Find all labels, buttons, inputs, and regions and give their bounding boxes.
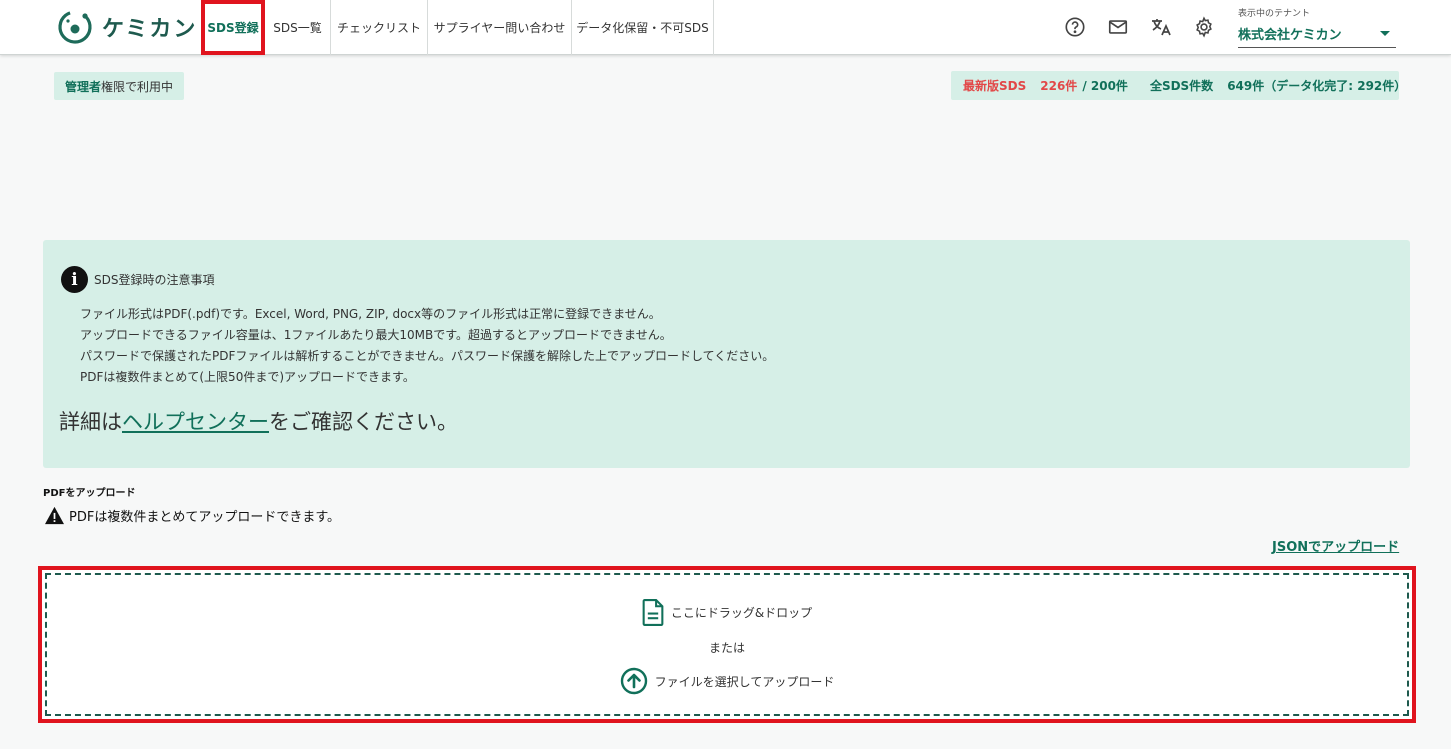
notice-title: SDS登録時の注意事項 [94,273,215,287]
tenant-dropdown[interactable]: 株式会社ケミカン [1238,20,1396,48]
caret-down-icon [1380,31,1390,36]
select-file-button[interactable]: ファイルを選択してアップロード [47,667,1407,695]
latest-sds-label: 最新版SDS [963,79,1027,93]
notice-list: ファイル形式はPDF(.pdf)です。Excel, Word, PNG, ZIP… [80,304,774,388]
admin-role-suffix: 権限で利用中 [101,79,174,94]
header-icon-group [1060,12,1218,41]
or-separator: または [708,641,745,655]
notice-line: アップロードできるファイル容量は、1ファイルあたり最大10MBです。超過するとア… [80,328,672,342]
logo-text: ケミカン [102,17,198,42]
total-sds-value: 649件（データ化完了: 292件） [1227,79,1407,93]
help-center-link[interactable]: ヘルプセンター [122,410,269,434]
tab-sds-list[interactable]: SDS一覧 [265,0,331,55]
drag-drop-hint: ここにドラッグ&ドロップ [47,599,1407,626]
select-file-text: ファイルを選択してアップロード [654,674,835,689]
settings-icon[interactable] [1189,12,1218,41]
help-icon[interactable] [1060,12,1089,41]
tab-supplier-inquiry[interactable]: サプライヤー問い合わせ [428,0,572,55]
sds-count-badge: 最新版SDS 226件 / 200件 全SDS件数 649件（データ化完了: 2… [951,71,1406,100]
tenant-value: 株式会社ケミカン [1238,28,1342,43]
notice-line: ファイル形式はPDF(.pdf)です。Excel, Word, PNG, ZIP… [80,307,661,321]
tab-checklist[interactable]: チェックリスト [331,0,428,55]
drop-zone-highlight: ここにドラッグ&ドロップ または ファイルを選択してアップロード [38,566,1416,723]
tenant-selector: 表示中のテナント 株式会社ケミカン [1238,6,1396,48]
help-prefix: 詳細は [59,410,122,434]
admin-permission-badge: 管理者 権限で利用中 [54,72,185,100]
notice-header: i SDS登録時の注意事項 [61,266,214,293]
upload-warning: PDFは複数件まとめてアップロードできます。 [44,506,340,525]
tenant-label: 表示中のテナント [1238,9,1311,19]
upload-arrow-icon [620,667,647,695]
latest-sds-limit: / 200件 [1082,79,1128,93]
warning-icon [45,506,64,525]
help-center-line: 詳細はヘルプセンターをご確認ください。 [59,406,458,436]
total-sds-label: 全SDS件数 [1149,79,1214,93]
notice-line: パスワードで保護されたPDFファイルは解析することができません。パスワード保護を… [80,349,775,363]
top-header: ケミカン SDS登録 SDS一覧 チェックリスト サプライヤー問い合わせ データ… [0,0,1451,55]
help-suffix: をご確認ください。 [269,410,458,434]
notice-line: PDFは複数件まとめて(上限50件まで)アップロードできます。 [80,370,415,384]
admin-role: 管理者 [65,79,102,94]
tab-pending-sds[interactable]: データ化保留・不可SDS [572,0,714,55]
app-logo[interactable]: ケミカン [56,8,197,46]
upload-warning-text: PDFは複数件まとめてアップロードできます。 [69,510,341,525]
file-drop-zone[interactable]: ここにドラッグ&ドロップ または ファイルを選択してアップロード [45,573,1409,716]
translate-icon[interactable] [1146,12,1175,41]
main-nav: SDS登録 SDS一覧 チェックリスト サプライヤー問い合わせ データ化保留・不… [201,0,714,55]
mail-icon[interactable] [1103,12,1132,41]
upload-section-title: PDFをアップロード [43,488,136,499]
json-upload-link[interactable]: JSONでアップロード [1272,536,1399,555]
latest-sds-count: 226件 [1040,79,1078,93]
document-icon [642,599,664,626]
logo-icon [58,10,92,44]
info-icon: i [61,266,88,293]
registration-notice: i SDS登録時の注意事項 ファイル形式はPDF(.pdf)です。Excel, … [43,240,1410,468]
tab-sds-register[interactable]: SDS登録 [201,0,265,55]
drag-drop-text: ここにドラッグ&ドロップ [670,606,813,620]
